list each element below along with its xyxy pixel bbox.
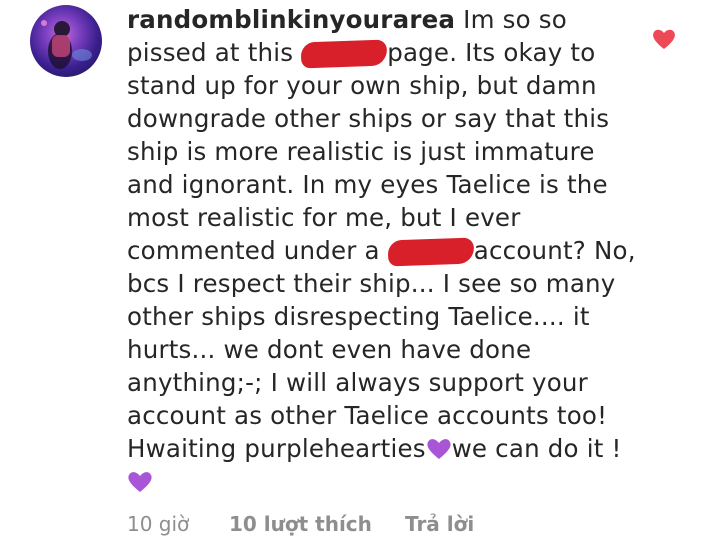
comment-text-4: we can do it ! — [451, 434, 622, 463]
comment-text-3: account? No, bcs I respect their ship...… — [127, 236, 636, 463]
comment: randomblinkinyourarea Im so so pissed at… — [0, 0, 720, 560]
likes-count-link[interactable]: 10 lượt thích — [229, 512, 405, 538]
avatar[interactable] — [30, 5, 102, 77]
comment-username[interactable]: randomblinkinyourarea — [127, 5, 455, 34]
heart-icon[interactable] — [652, 28, 676, 50]
comment-text-2: page. Its okay to stand up for your own … — [127, 38, 610, 265]
purple-heart-icon — [426, 436, 452, 460]
comment-body: randomblinkinyourarea Im so so pissed at… — [127, 3, 647, 498]
comment-timestamp: 10 giờ — [127, 512, 190, 536]
purple-heart-icon — [127, 469, 153, 493]
redaction-mark — [300, 39, 388, 69]
redaction-mark — [387, 237, 475, 267]
comment-meta: 10 giờ 10 lượt thích Trả lời — [127, 512, 474, 538]
reply-button[interactable]: Trả lời — [405, 512, 474, 538]
